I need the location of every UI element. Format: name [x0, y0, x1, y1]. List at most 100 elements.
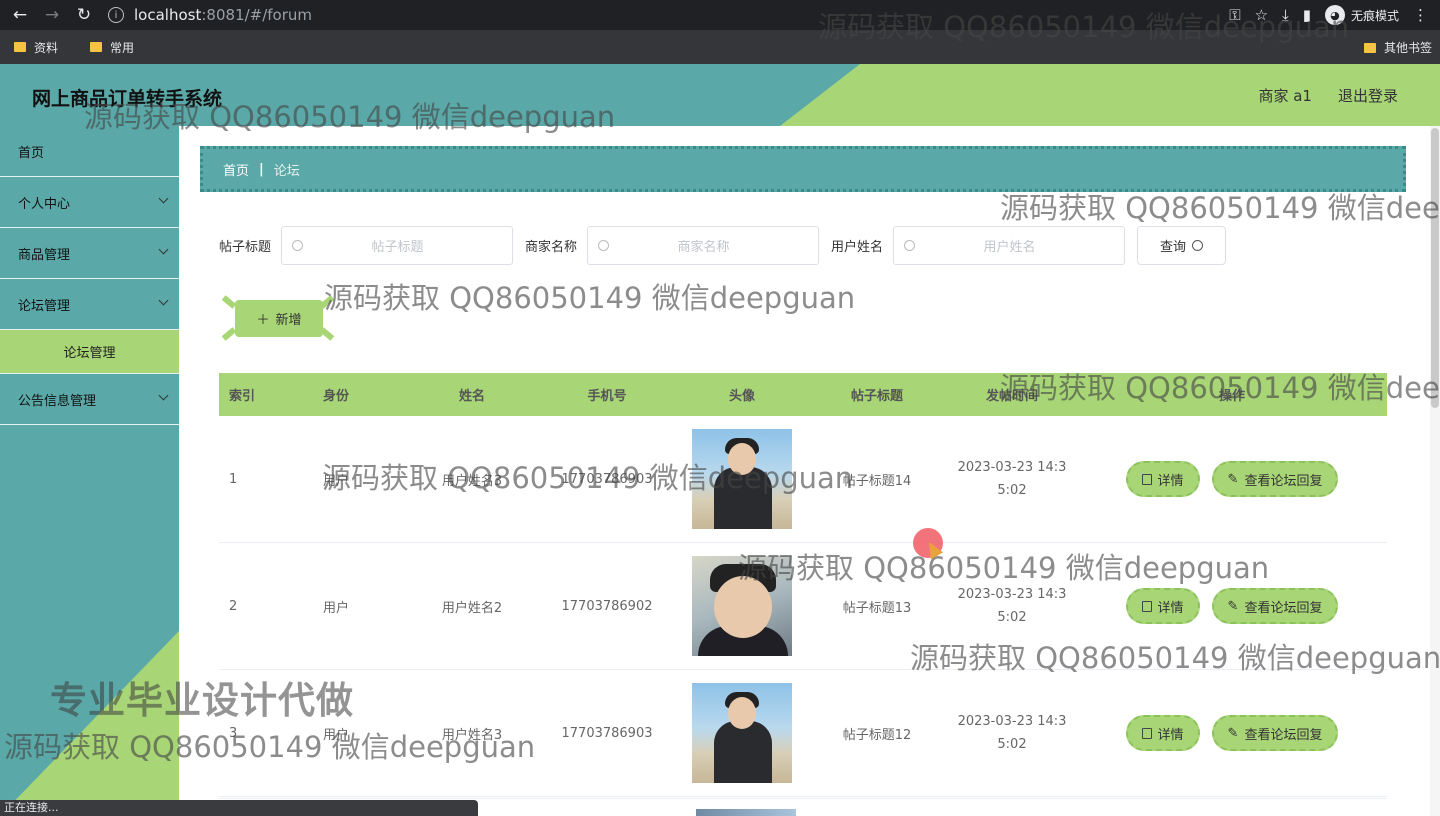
- view-replies-button[interactable]: ✎ 查看论坛回复: [1211, 461, 1339, 497]
- column-header: 索引: [229, 389, 256, 404]
- other-bookmarks[interactable]: 其他书签: [1363, 39, 1432, 56]
- app-title: 网上商品订单转手系统: [32, 88, 223, 110]
- edit-icon: ✎: [1227, 725, 1239, 741]
- key-icon[interactable]: ⚿: [1229, 6, 1240, 24]
- folder-icon: [1363, 42, 1376, 53]
- sidebar-item-profile[interactable]: 个人中心: [0, 177, 179, 228]
- bookmark-folder[interactable]: 资料: [14, 39, 58, 56]
- incognito-label: 无痕模式: [1350, 8, 1399, 23]
- incognito-icon: ◕: [1324, 5, 1345, 25]
- search-icon: [598, 239, 610, 251]
- browser-toolbar: ← → ↻ i localhost:8081/#/forum ⚿ ☆ ⤓ ▮ ◕…: [0, 0, 1440, 30]
- detail-label: 详情: [1157, 727, 1184, 743]
- cell-phone: 17703786902: [561, 598, 653, 614]
- post-time: 2023-03-23 14:35:02: [957, 587, 1067, 625]
- document-icon: [1141, 473, 1152, 485]
- bookmark-label: 资料: [34, 40, 59, 55]
- bookmark-folder[interactable]: 常用: [90, 39, 134, 56]
- cell-actions: 详情 ✎ 查看论坛回复: [1077, 461, 1387, 497]
- avatar[interactable]: [692, 429, 792, 529]
- column-header: 操作: [1218, 389, 1245, 404]
- title-search-input[interactable]: 帖子标题: [281, 225, 514, 265]
- merchant-search-input[interactable]: 商家名称: [587, 225, 820, 265]
- cell-index: 3: [229, 725, 238, 741]
- search-icon: [904, 239, 916, 251]
- sidebar-item-home[interactable]: 首页: [0, 126, 179, 177]
- avatar[interactable]: [692, 683, 792, 783]
- forward-icon[interactable]: →: [36, 0, 68, 30]
- placeholder: 用户姓名: [983, 239, 1036, 255]
- column-header: 姓名: [458, 389, 485, 404]
- avatar[interactable]: [692, 556, 792, 656]
- user-search-input[interactable]: 用户姓名: [893, 225, 1126, 265]
- sidebar-item-goods[interactable]: 商品管理: [0, 228, 179, 279]
- detail-button[interactable]: 详情: [1125, 588, 1200, 624]
- breadcrumb: 首页 | 论坛: [200, 146, 1406, 192]
- reply-label: 查看论坛回复: [1244, 600, 1323, 616]
- placeholder: 商家名称: [677, 239, 730, 255]
- edit-icon: ✎: [1227, 598, 1239, 614]
- column-header: 手机号: [587, 389, 627, 404]
- chevron-down-icon: [158, 193, 169, 204]
- reply-label: 查看论坛回复: [1244, 727, 1323, 743]
- cell-title: 帖子标题14: [842, 473, 912, 489]
- search-bar: 帖子标题 帖子标题 商家名称 商家名称 用户姓名 用户姓名 查询: [219, 225, 1227, 265]
- address-bar[interactable]: i localhost:8081/#/forum: [108, 2, 1298, 28]
- cell-phone: 17703786903: [561, 471, 653, 487]
- cell-avatar: [677, 429, 807, 529]
- scrollbar-thumb[interactable]: [1431, 128, 1439, 408]
- detail-button[interactable]: 详情: [1125, 715, 1200, 751]
- chevron-down-icon: [158, 390, 169, 401]
- cell-index: 1: [229, 471, 238, 487]
- cell-name: 用户姓名2: [441, 600, 503, 616]
- query-button[interactable]: 查询: [1137, 225, 1227, 265]
- cell-actions: 详情 ✎ 查看论坛回复: [1077, 715, 1387, 751]
- add-button-wrap: ＋ 新增: [221, 293, 335, 343]
- merchant-search-label: 商家名称: [525, 239, 578, 255]
- detail-label: 详情: [1157, 600, 1184, 616]
- reload-icon[interactable]: ↻: [68, 0, 100, 30]
- incognito-indicator[interactable]: ◕ 无痕模式: [1324, 5, 1399, 25]
- breadcrumb-current: 论坛: [273, 163, 300, 179]
- bookmarks-bar: 资料 常用 其他书签: [0, 30, 1440, 64]
- column-header: 头像: [728, 389, 755, 404]
- current-user[interactable]: 商家 a1: [1258, 85, 1312, 106]
- sidebar-item-notice[interactable]: 公告信息管理: [0, 374, 179, 425]
- cell-phone: 17703786903: [561, 725, 653, 741]
- post-time: 2023-03-23 14:35:02: [957, 714, 1067, 752]
- view-replies-button[interactable]: ✎ 查看论坛回复: [1211, 715, 1339, 751]
- title-search-label: 帖子标题: [219, 239, 272, 255]
- sidebar-item-label: 首页: [18, 145, 45, 161]
- cell-role: 用户: [323, 600, 350, 616]
- document-icon: [1141, 600, 1152, 612]
- url-path: :8081/#/forum: [201, 6, 312, 24]
- logout-link[interactable]: 退出登录: [1338, 85, 1398, 106]
- detail-button[interactable]: 详情: [1125, 461, 1200, 497]
- star-icon[interactable]: ☆: [1255, 6, 1268, 24]
- watermark: 源码获取 QQ86050149 微信deepguan: [324, 281, 856, 315]
- plus-icon: ＋: [256, 313, 270, 328]
- site-info-icon[interactable]: i: [108, 7, 124, 23]
- cell-time: 2023-03-23 14:35:02: [947, 583, 1077, 629]
- url-host: localhost: [134, 6, 202, 24]
- table-row: 1 用户 用户姓名3 17703786903 帖子标题14 2023-03-23…: [219, 416, 1387, 543]
- cell-actions: 详情 ✎ 查看论坛回复: [1077, 588, 1387, 624]
- forum-table: 索引 身份 姓名 手机号 头像 帖子标题 发帖时间 操作 1 用户 用户姓名3 …: [219, 373, 1387, 797]
- cell-index: 2: [229, 598, 238, 614]
- sidebar-item-forum[interactable]: 论坛管理: [0, 279, 179, 330]
- cell-avatar: [677, 556, 807, 656]
- cell-role: 用户: [323, 473, 350, 489]
- sidebar-subitem-forum-manage[interactable]: 论坛管理: [0, 330, 179, 374]
- breadcrumb-separator: |: [259, 161, 264, 177]
- sidebar-item-label: 商品管理: [18, 247, 71, 263]
- folder-icon: [90, 42, 103, 52]
- add-button[interactable]: ＋ 新增: [235, 300, 323, 337]
- download-icon[interactable]: ⤓: [1282, 6, 1289, 24]
- avatar: [696, 809, 796, 816]
- sidepanel-icon[interactable]: ▮: [1303, 6, 1311, 24]
- breadcrumb-home[interactable]: 首页: [223, 160, 249, 179]
- sidebar: 首页 个人中心 商品管理 论坛管理 论坛管理 公告信息管理: [0, 126, 179, 816]
- back-icon[interactable]: ←: [4, 0, 36, 30]
- view-replies-button[interactable]: ✎ 查看论坛回复: [1211, 588, 1339, 624]
- menu-icon[interactable]: ⋮: [1413, 6, 1428, 24]
